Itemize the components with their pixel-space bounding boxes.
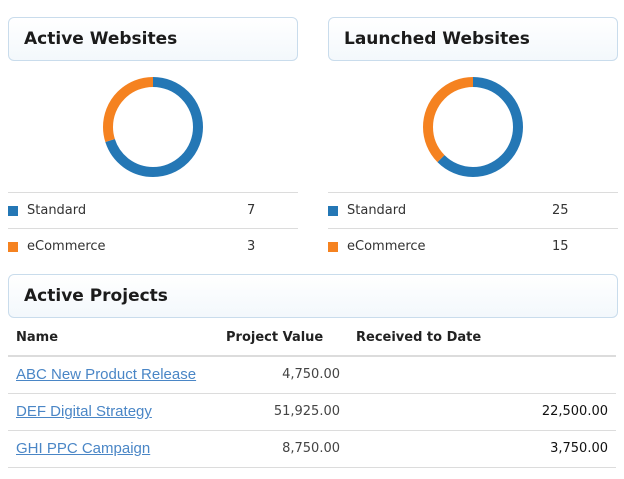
active-websites-title: Active Websites xyxy=(24,29,178,49)
project-value-cell: 4,750.00 xyxy=(218,356,348,394)
project-name-cell: DEF Digital Strategy xyxy=(8,393,218,431)
table-row: ABC New Product Release 4,750.00 xyxy=(8,356,616,394)
legend-row-launched-standard: Standard 25 xyxy=(328,192,618,228)
column-header-received: Received to Date xyxy=(348,320,616,357)
project-link[interactable]: ABC New Product Release xyxy=(16,366,196,383)
project-value-cell: 8,750.00 xyxy=(218,430,348,468)
active-projects-header: Active Projects xyxy=(8,274,618,318)
received-cell xyxy=(348,356,616,394)
legend-count: 3 xyxy=(247,239,256,254)
launched-websites-title: Launched Websites xyxy=(344,29,530,49)
table-row: GHI PPC Campaign 8,750.00 3,750.00 xyxy=(8,430,616,468)
legend-count: 15 xyxy=(552,239,569,254)
legend-label: eCommerce xyxy=(27,239,106,254)
legend-count: 7 xyxy=(247,203,256,218)
ecommerce-swatch-icon xyxy=(328,241,338,252)
legend-count: 25 xyxy=(552,203,569,218)
project-value-cell: 51,925.00 xyxy=(218,393,348,431)
column-header-name: Name xyxy=(8,320,218,357)
received-cell: 3,750.00 xyxy=(348,430,616,468)
standard-swatch-icon xyxy=(328,205,338,216)
column-header-project-value: Project Value xyxy=(218,320,348,357)
table-row: DEF Digital Strategy 51,925.00 22,500.00 xyxy=(8,393,616,431)
table-header-row: Name Project Value Received to Date xyxy=(8,320,616,357)
project-link[interactable]: DEF Digital Strategy xyxy=(16,403,152,420)
ecommerce-swatch-icon xyxy=(8,241,18,252)
received-cell: 22,500.00 xyxy=(348,393,616,431)
active-websites-donut xyxy=(103,77,203,177)
legend-row-launched-ecommerce: eCommerce 15 xyxy=(328,228,618,264)
launched-websites-header: Launched Websites xyxy=(328,17,618,61)
active-projects-title: Active Projects xyxy=(24,286,168,306)
project-name-cell: ABC New Product Release xyxy=(8,356,218,394)
legend-label: eCommerce xyxy=(347,239,426,254)
active-websites-header: Active Websites xyxy=(8,17,298,61)
project-link[interactable]: GHI PPC Campaign xyxy=(16,440,150,457)
legend-row-active-standard: Standard 7 xyxy=(8,192,298,228)
launched-websites-donut xyxy=(423,77,523,177)
standard-swatch-icon xyxy=(8,205,18,216)
legend-label: Standard xyxy=(347,203,407,218)
active-projects-table: Name Project Value Received to Date ABC … xyxy=(8,320,616,468)
project-name-cell: GHI PPC Campaign xyxy=(8,430,218,468)
legend-label: Standard xyxy=(27,203,87,218)
legend-row-active-ecommerce: eCommerce 3 xyxy=(8,228,298,264)
